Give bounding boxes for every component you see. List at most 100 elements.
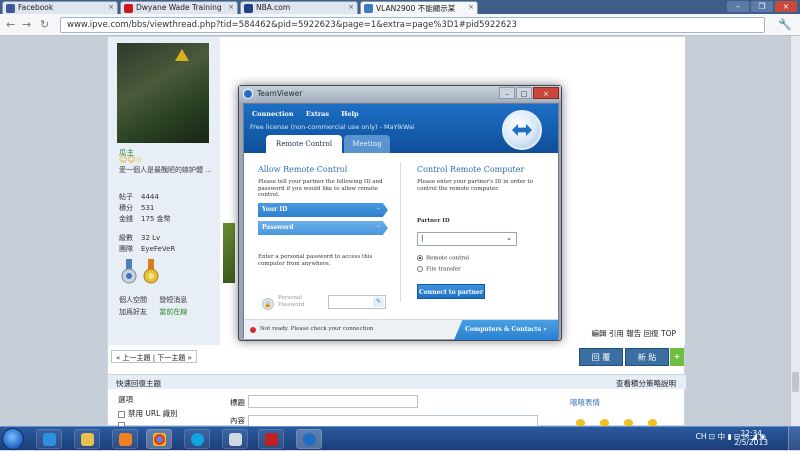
your-id-field[interactable]: Your ID – bbox=[258, 203, 388, 217]
menu-help[interactable]: Help bbox=[341, 110, 358, 118]
checkbox[interactable] bbox=[118, 410, 125, 418]
maximize-button[interactable]: ❐ bbox=[751, 1, 773, 12]
window-controls: – □ × bbox=[499, 87, 559, 99]
options-label: 選項 bbox=[118, 395, 133, 404]
taskbar-ie[interactable] bbox=[36, 429, 62, 449]
app-icon bbox=[229, 433, 242, 446]
avatar[interactable] bbox=[117, 43, 209, 143]
menu-extras[interactable]: Extras bbox=[306, 110, 329, 118]
close-window-button[interactable]: × bbox=[775, 1, 797, 12]
disable-url-option[interactable]: 禁用 URL 識別 bbox=[118, 408, 178, 419]
tab-label: Facebook bbox=[18, 3, 54, 12]
taskbar-explorer[interactable] bbox=[74, 429, 100, 449]
minimize-button[interactable]: – bbox=[499, 87, 515, 99]
message-link[interactable]: 發短消息 bbox=[159, 296, 187, 304]
close-tab-icon[interactable]: × bbox=[468, 3, 474, 11]
thread-pager[interactable]: « 上一主題 | 下一主題 » bbox=[111, 350, 197, 363]
taskbar-app[interactable] bbox=[222, 429, 248, 449]
teamviewer-window: TeamViewer – □ × Connection Extras Help … bbox=[238, 85, 562, 341]
forward-button[interactable]: → bbox=[22, 18, 31, 32]
profile-link[interactable]: 個人空間 bbox=[119, 296, 147, 304]
stat-label: 金錢 bbox=[119, 215, 133, 223]
post-author-panel: 瓜主 ☺☺☆ 愛一個人是最醜陋的嫉妒體 ... 帖子 4444 積分 531 金錢 1… bbox=[108, 37, 220, 345]
tab-meeting[interactable]: Meeting bbox=[344, 135, 390, 153]
subject-label: 標題 bbox=[230, 398, 245, 407]
new-post-button[interactable]: 新 貼 bbox=[625, 348, 669, 366]
smilies-label: 嘻嘻表情 bbox=[570, 398, 600, 407]
radio-label: File transfer bbox=[426, 266, 461, 273]
post-actions[interactable]: 編輯 引用 報告 回復 TOP bbox=[591, 328, 676, 339]
stat-points: 積分 531 bbox=[119, 203, 154, 213]
stat-posts: 帖子 4444 bbox=[119, 192, 159, 202]
taskbar-media[interactable] bbox=[112, 429, 138, 449]
wrench-icon[interactable]: 🔧 bbox=[778, 18, 792, 31]
chrome-icon bbox=[153, 433, 166, 446]
radio-selected[interactable] bbox=[417, 255, 423, 261]
tab-label: NBA.com bbox=[256, 3, 291, 12]
user-signature: 愛一個人是最醜陋的嫉妒體 ... bbox=[119, 166, 212, 174]
personal-password-input[interactable]: ✎ bbox=[328, 295, 386, 309]
reload-button[interactable]: ↻ bbox=[40, 18, 49, 32]
close-window-button[interactable]: × bbox=[533, 87, 559, 99]
allow-remote-desc: Please tell your partner the following I… bbox=[258, 179, 383, 198]
facebook-icon bbox=[6, 4, 15, 13]
window-controls: – ❐ × bbox=[727, 1, 797, 12]
plus-icon[interactable]: + bbox=[670, 348, 684, 366]
menu-bar: Connection Extras Help bbox=[252, 110, 369, 118]
page-scrollbar[interactable] bbox=[790, 36, 800, 426]
tab-facebook[interactable]: Facebook × bbox=[2, 1, 118, 14]
stat-value: 4444 bbox=[141, 193, 159, 201]
taskbar-skype[interactable] bbox=[184, 429, 210, 449]
teamviewer-titlebar[interactable]: TeamViewer – □ × bbox=[239, 86, 561, 102]
allow-remote-title: Allow Remote Control bbox=[258, 165, 348, 174]
clock[interactable]: 22:34 2/5/2013 bbox=[734, 429, 768, 447]
close-tab-icon[interactable]: × bbox=[228, 3, 234, 11]
scrollbar-thumb[interactable] bbox=[792, 372, 799, 392]
tab-vlan[interactable]: VLAN2900 不能顯示某 × bbox=[360, 1, 478, 14]
user-links-row: 加爲好友 當前在線 bbox=[119, 307, 197, 317]
edit-icon[interactable]: ✎ bbox=[373, 297, 384, 307]
license-text: Free license (non-commercial use only) -… bbox=[250, 123, 415, 131]
password-label: Password bbox=[262, 224, 294, 231]
user-links-row: 個人空間 發短消息 bbox=[119, 295, 197, 305]
subject-input[interactable] bbox=[248, 395, 418, 408]
start-button[interactable] bbox=[2, 428, 24, 450]
connect-to-partner-button[interactable]: Connect to partner bbox=[417, 284, 485, 299]
quick-reply-header: 快速回復主題 查看積分策略說明 bbox=[108, 374, 686, 389]
stat-value: EyeFeVeR bbox=[141, 245, 176, 253]
radio-file-transfer[interactable]: File transfer bbox=[417, 266, 461, 273]
tab-label: VLAN2900 不能顯示某 bbox=[376, 4, 456, 13]
chevron-down-icon[interactable]: ⌄ bbox=[506, 234, 512, 242]
reply-button[interactable]: 回 覆 bbox=[579, 348, 623, 366]
stat-money: 金錢 175 金幣 bbox=[119, 214, 171, 224]
taskbar-lock-app[interactable] bbox=[258, 429, 284, 449]
tab-remote-control[interactable]: Remote Control bbox=[266, 135, 342, 153]
stat-level: 級數 32 Lv bbox=[119, 233, 160, 243]
control-remote-desc: Please enter your partner's ID in order … bbox=[417, 179, 533, 192]
personal-desc: Enter a personal password to access this… bbox=[258, 254, 373, 267]
rank-stars: ☺☺☆ bbox=[119, 155, 143, 164]
maximize-button[interactable]: □ bbox=[516, 87, 532, 99]
column-divider bbox=[400, 162, 401, 302]
radio-remote-control[interactable]: Remote control bbox=[417, 255, 469, 262]
close-tab-icon[interactable]: × bbox=[108, 3, 114, 11]
tab-dwyane-wade[interactable]: Dwyane Wade Training × bbox=[120, 1, 238, 14]
disable-url-label: 禁用 URL 識別 bbox=[128, 409, 178, 418]
menu-connection[interactable]: Connection bbox=[252, 110, 294, 118]
points-policy-link[interactable]: 查看積分策略說明 bbox=[616, 378, 676, 389]
minimize-button[interactable]: – bbox=[727, 1, 749, 12]
tab-nba[interactable]: NBA.com × bbox=[240, 1, 358, 14]
partner-id-input[interactable]: | ⌄ bbox=[417, 232, 517, 246]
online-status: 當前在線 bbox=[159, 308, 188, 316]
taskbar-teamviewer[interactable] bbox=[296, 429, 322, 449]
password-field[interactable]: Password – bbox=[258, 221, 388, 235]
status-dot-icon bbox=[250, 327, 256, 333]
computers-contacts-button[interactable]: Computers & Contacts » bbox=[454, 320, 558, 340]
show-desktop-button[interactable] bbox=[788, 427, 800, 451]
url-input[interactable]: www.ipve.com/bbs/viewthread.php?tid=5844… bbox=[60, 17, 765, 33]
taskbar-chrome[interactable] bbox=[146, 429, 172, 449]
radio-unselected[interactable] bbox=[417, 266, 423, 272]
add-friend-link[interactable]: 加爲好友 bbox=[119, 308, 147, 316]
back-button[interactable]: ← bbox=[6, 18, 15, 32]
close-tab-icon[interactable]: × bbox=[348, 3, 354, 11]
